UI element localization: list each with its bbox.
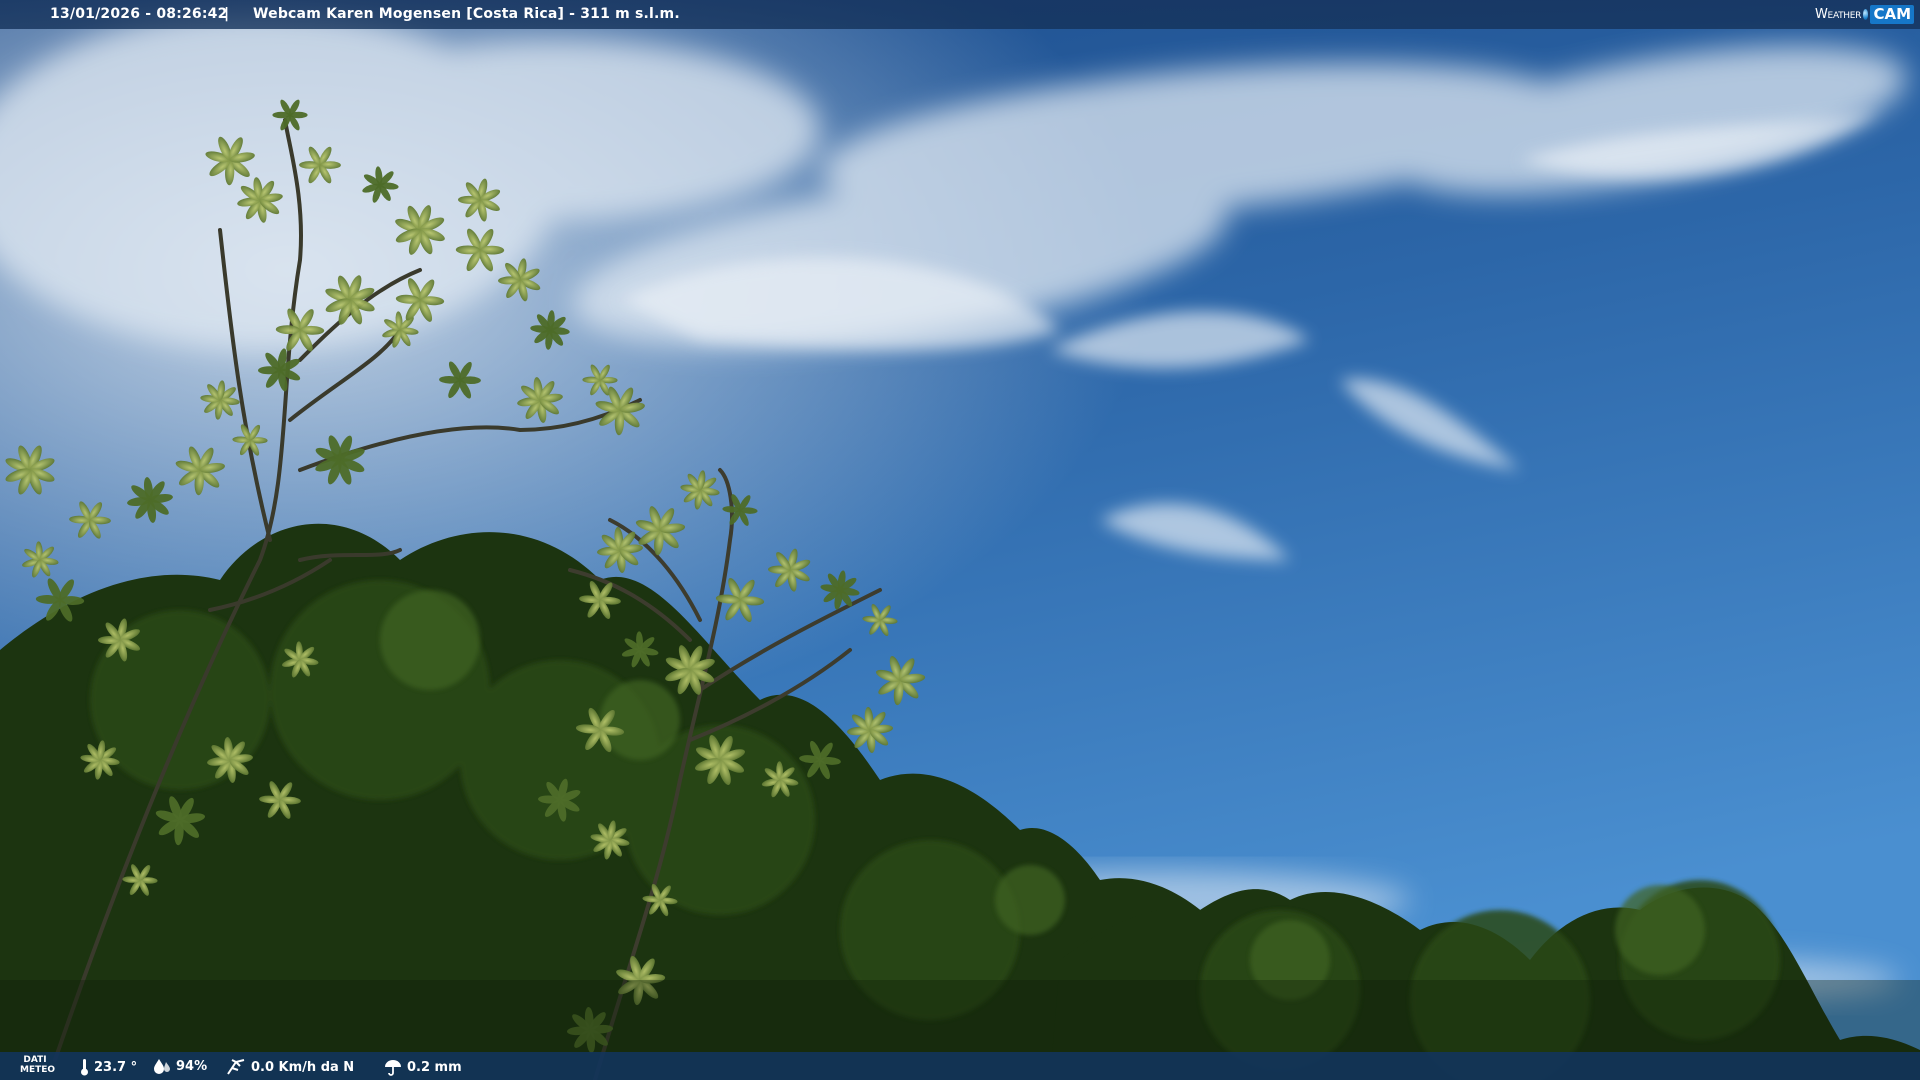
meteo-label-line1: DATI <box>23 1055 47 1065</box>
meteo-bar: DATI METEO 23.7 ° 94% 0.0 Km/h da N 0.2 … <box>0 1052 1920 1080</box>
wind-icon <box>227 1059 245 1075</box>
meteo-label-line2: METEO <box>20 1065 56 1075</box>
rain-reading: 0.2 mm <box>384 1058 462 1076</box>
wind-value: 0.0 Km/h da N <box>251 1059 355 1075</box>
weathercam-logo[interactable]: Weather CAM <box>1815 0 1920 29</box>
humidity-value: 94% <box>176 1058 208 1074</box>
timestamp: 13/01/2026 - 08:26:42 <box>50 6 228 22</box>
rain-umbrella-icon <box>385 1060 401 1076</box>
thermometer-icon <box>81 1059 88 1076</box>
separator: | <box>224 6 230 22</box>
humidity-reading: 94% <box>153 1058 207 1074</box>
rain-value: 0.2 mm <box>407 1059 462 1075</box>
logo-weather-text: Weather <box>1815 7 1862 22</box>
logo-cam-text: CAM <box>1870 5 1914 24</box>
webcam-image <box>0 0 1920 1080</box>
weathercam-logo-icon <box>1863 9 1869 20</box>
temperature-reading: 23.7 ° <box>80 1058 137 1076</box>
humidity-drop-icon <box>154 1059 170 1074</box>
meteo-label: DATI METEO <box>20 1055 56 1075</box>
webcam-title: Webcam Karen Mogensen [Costa Rica] - 311… <box>253 6 680 22</box>
info-bar: 13/01/2026 - 08:26:42 | Webcam Karen Mog… <box>0 0 1920 29</box>
wind-reading: 0.0 Km/h da N <box>226 1058 354 1076</box>
temperature-value: 23.7 ° <box>94 1059 138 1075</box>
